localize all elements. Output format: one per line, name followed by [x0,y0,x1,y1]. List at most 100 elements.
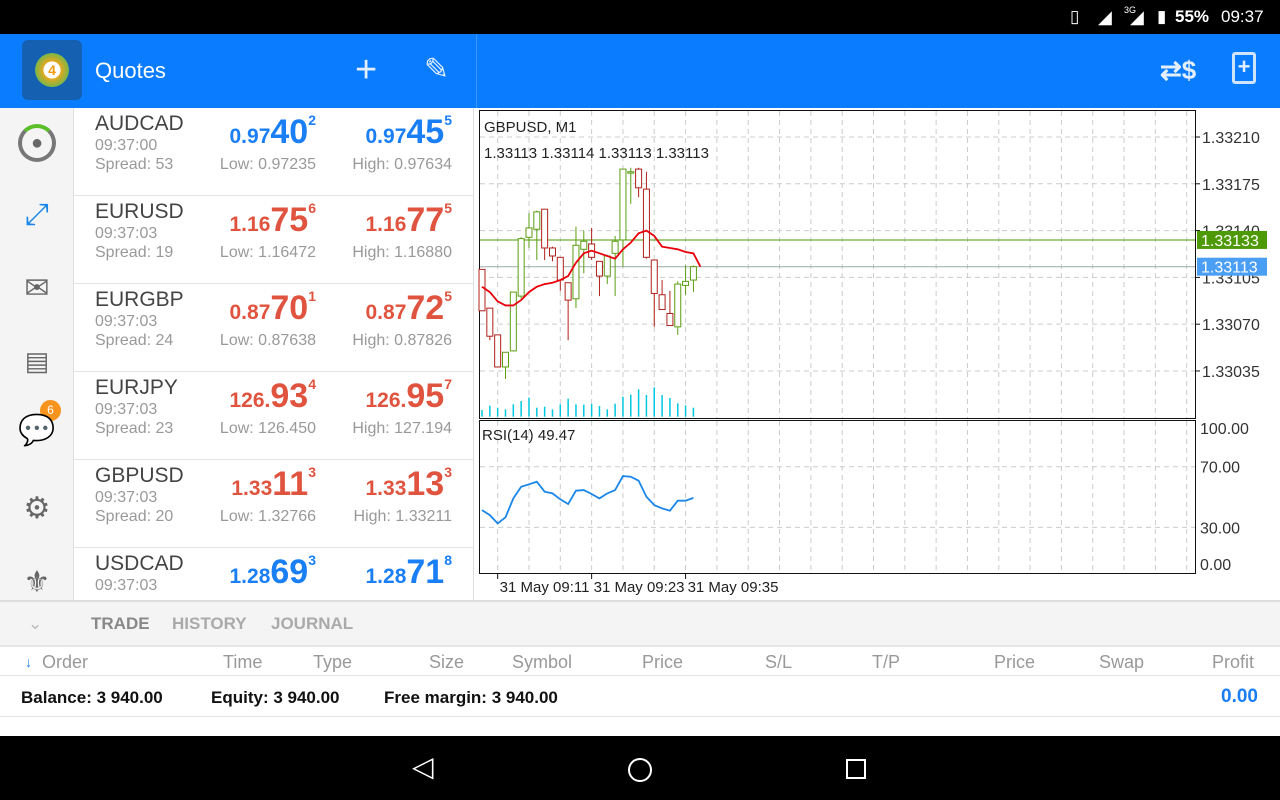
settings-icon[interactable]: ⚙ [18,490,56,528]
status-bar: ▯ ◢ 3G ◢ ▮ 55% 09:37 [0,0,1280,34]
rsi-label: RSI(14) 49.47 [482,427,575,444]
column-header-size[interactable]: Size [429,652,464,673]
chart-area[interactable]: 1.332101.331751.331401.331051.330701.330… [478,110,1280,600]
quote-time: 09:37:03 [95,401,158,418]
back-icon[interactable]: ◁ [412,750,434,783]
column-header-type[interactable]: Type [313,652,352,673]
add-icon[interactable]: + [355,50,377,90]
symbol: EURJPY [95,376,178,399]
candle-body [486,307,494,337]
candle-body [635,168,643,189]
candle-body [611,240,619,254]
high: High: 1.33211 [353,508,452,525]
spread: Spread: 23 [95,420,174,437]
candle-body [682,280,690,286]
ohlc-readout: 1.33113 1.33114 1.33113 1.33113 [484,145,709,162]
tab-journal[interactable]: JOURNAL [271,614,353,634]
quote-time: 09:37:03 [95,225,158,242]
chat-icon[interactable]: 💬 [18,412,56,450]
ask-price: 1.33133 [365,464,453,503]
mt4-logo-icon[interactable]: 4 [22,40,82,100]
candle-body [564,282,572,301]
high: High: 0.97634 [352,156,452,173]
quote-row-audcad[interactable]: AUDCAD 09:37:00 Spread: 53 0.97402 0.9745… [74,108,473,196]
currency-exchange-icon[interactable]: ⇄$ [1160,50,1196,90]
candle-body [603,255,611,277]
spread: Spread: 20 [95,508,174,525]
column-header-tp[interactable]: T/P [872,652,900,673]
column-header-sl[interactable]: S/L [765,652,792,673]
spread: Spread: 19 [95,244,174,261]
quote-time: 09:37:03 [95,313,158,330]
symbol: GBPUSD [95,464,184,487]
time-label: 31 May 09:35 [688,579,779,596]
account-icon[interactable]: ● [18,124,56,162]
column-header-swap[interactable]: Swap [1099,652,1144,673]
candle-body [658,294,666,310]
balance: Balance: 3 940.00 [21,688,163,707]
quote-row-eurusd[interactable]: EURUSD 09:37:03 Spread: 19 1.16756 1.1677… [74,196,473,284]
collapse-chevron-icon[interactable]: ⌄ [28,614,42,634]
candle-body [619,168,627,241]
column-header-symbol[interactable]: Symbol [512,652,572,673]
quote-time: 09:37:03 [95,577,158,594]
candle-body [572,244,580,300]
low: Low: 1.16472 [219,244,316,261]
mail-icon[interactable]: ✉ [18,270,56,308]
candle-body [541,208,549,249]
terminal-tabs: ⌄ TRADE HISTORY JOURNAL [0,602,1280,647]
quote-row-eurgbp[interactable]: EURGBP 09:37:03 Spread: 24 0.87701 0.8772… [74,284,473,372]
rsi-tick-label: 30.00 [1200,520,1240,537]
recents-icon[interactable] [846,759,866,779]
price-tick-label: 1.33070 [1202,317,1260,334]
low: Low: 1.32766 [219,508,316,525]
bid-price: 1.28693 [229,552,317,591]
edit-pencil-icon[interactable]: ✎ [424,50,449,90]
tab-history[interactable]: HISTORY [172,614,247,634]
candle-body [478,268,486,312]
high: High: 127.194 [352,420,452,437]
symbol: USDCAD [95,552,184,575]
spread: Spread: 24 [95,332,174,349]
quote-row-gbpusd[interactable]: GBPUSD 09:37:03 Spread: 20 1.33113 1.3313… [74,460,473,548]
new-order-icon[interactable]: + [1232,52,1256,84]
sidebar: ● ⤢ ✉ 6 ▤ 💬 ⚙ ⚜ [0,108,74,600]
android-nav-bar: ◁ [0,736,1280,800]
news-icon[interactable]: ▤ [18,342,56,380]
candle-body [494,334,502,368]
ask-price: 126.957 [365,376,453,415]
quote-row-eurjpy[interactable]: EURJPY 09:37:03 Spread: 23 126.934 126.95… [74,372,473,460]
ask-price: 0.97455 [365,112,453,151]
vibrate-icon: ▯ [1070,7,1080,26]
tab-trade[interactable]: TRADE [91,614,150,634]
clock: 09:37 [1221,7,1264,26]
candle-body [580,240,588,250]
home-icon[interactable] [628,758,652,782]
divider [476,34,477,108]
bid-price: 126.934 [229,376,317,415]
ask-price-label: 1.33133 [1201,233,1259,250]
trade-icon[interactable]: ⤢ [18,196,56,234]
candle-body [595,260,603,277]
candle-body [525,227,533,238]
quotes-list: AUDCAD 09:37:00 Spread: 53 0.97402 0.9745… [74,108,474,600]
terminal-panel: ⌄ TRADE HISTORY JOURNAL ↓ Order Time Type S… [0,600,1280,736]
column-header-price[interactable]: Price [994,652,1035,673]
bid-price-label: 1.33113 [1201,260,1258,277]
price-tick-label: 1.33175 [1202,177,1260,194]
column-header-time[interactable]: Time [223,652,262,673]
bid-price: 0.87701 [229,288,317,327]
quote-row-usdcad[interactable]: USDCAD 09:37:03 1.28693 1.28718 [74,548,473,600]
candle-body [509,291,517,352]
high: High: 0.87826 [352,332,452,349]
community-icon[interactable]: ⚜ [18,564,56,602]
candle-body [627,171,635,174]
column-header-profit[interactable]: Profit [1212,652,1254,673]
column-header-order[interactable]: Order [42,652,88,673]
column-header-price[interactable]: Price [642,652,683,673]
symbol: EURUSD [95,200,184,223]
ask-price: 1.16775 [365,200,453,239]
battery-icon: ▮ [1157,7,1167,26]
candle-body [501,351,509,368]
candle-body [533,211,541,230]
